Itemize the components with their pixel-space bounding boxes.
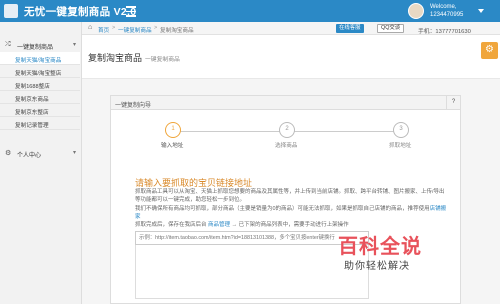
page-subtitle: 一键复制商品 bbox=[145, 57, 180, 63]
sidebar-item-copy-jd-store[interactable]: 复制京东整店 bbox=[0, 104, 80, 117]
description-2-text: 我们不确保所有商品均可抓取，部分商品（主要是销量为0的商品）可能无法抓取，如果是… bbox=[135, 206, 430, 212]
step-1-circle: 1 bbox=[165, 122, 181, 138]
breadcrumb-level1[interactable]: 一键复制商品 bbox=[118, 26, 152, 34]
sidebar-item-copy-jd-item[interactable]: 复制京东商品 bbox=[0, 91, 80, 104]
sidebar-item-label: 复制记录管理 bbox=[15, 122, 49, 129]
sidebar-item-label: 复制1688整店 bbox=[15, 83, 50, 90]
sidebar-item-copy-records[interactable]: 复制记录管理 bbox=[0, 117, 80, 130]
chevron-down-icon: ▾ bbox=[72, 150, 76, 156]
chevron-down-icon: ▾ bbox=[72, 42, 76, 48]
avatar[interactable] bbox=[408, 3, 424, 19]
home-icon[interactable]: ⌂ bbox=[88, 24, 92, 31]
step-1-label: 输入地址 bbox=[161, 143, 184, 149]
description-3: 抓取完成后，保存在我店后台 商品管理 → 已下架的商品列表中，需要手动进行上架操… bbox=[135, 222, 447, 230]
wizard-title: 一键复制向导 bbox=[115, 103, 152, 109]
phone-number: 手机：13777701630 bbox=[418, 28, 471, 35]
sidebar-group-label: 一键复制商品 bbox=[17, 45, 54, 51]
sidebar-group-personal[interactable]: ⚙ 个人中心 ▾ bbox=[0, 146, 82, 160]
url-prompt: 请输入要抓取的宝贝链接地址 bbox=[135, 178, 253, 188]
gear-icon: ⚙ bbox=[485, 44, 494, 55]
gear-icon: ⚙ bbox=[5, 150, 12, 157]
sidebar-item-copy-taobao-item[interactable]: 复制天猫/淘宝商品 bbox=[0, 52, 80, 65]
sidebar-item-label: 复制天猫/淘宝整店 bbox=[15, 70, 62, 77]
settings-button[interactable]: ⚙ bbox=[481, 42, 498, 59]
sidebar-item-label: 复制京东整店 bbox=[15, 109, 49, 116]
help-icon[interactable]: ? bbox=[446, 96, 460, 109]
description-3-tail: → 已下架的商品列表中，需要手动进行上架操作 bbox=[231, 222, 349, 228]
breadcrumb-current: 复制淘宝商品 bbox=[160, 27, 194, 34]
sidebar: ⤮ 一键复制商品 ▾ 复制天猫/淘宝商品 复制天猫/淘宝整店 复制1688整店 … bbox=[0, 22, 82, 304]
caret-down-icon[interactable] bbox=[478, 9, 484, 13]
step-3-label: 抓取地址 bbox=[389, 143, 412, 149]
top-navbar: 无忧一键复制商品 V2.0 Welcome, 1234470995 bbox=[0, 0, 500, 22]
description-3-text: 抓取完成后，保存在我店后台 bbox=[135, 222, 207, 228]
page-title: 复制淘宝商品 bbox=[88, 53, 143, 63]
breadcrumb: ⌂ 首页 > 一键复制商品 > 复制淘宝商品 在线客服 QQ交谈 手机：1377… bbox=[82, 22, 500, 35]
sidebar-group-label: 个人中心 bbox=[17, 153, 42, 159]
description-2: 我们不确保所有商品均可抓取，部分商品（主要是销量为0的商品）可能无法抓取，如果是… bbox=[135, 206, 447, 221]
wizard-header: 一键复制向导 ? bbox=[111, 96, 460, 110]
welcome-text: Welcome, bbox=[430, 4, 457, 10]
sidebar-item-copy-taobao-store[interactable]: 复制天猫/淘宝整店 bbox=[0, 65, 80, 78]
sidebar-item-label: 复制京东商品 bbox=[15, 96, 49, 103]
qq-chat-button[interactable]: QQ交谈 bbox=[377, 24, 405, 33]
watermark: 百科全说 助你轻松解决 bbox=[330, 230, 460, 278]
shuffle-icon: ⤮ bbox=[5, 41, 11, 48]
online-support-button[interactable]: 在线客服 bbox=[336, 24, 364, 33]
menu-toggle-icon[interactable] bbox=[124, 3, 138, 19]
user-id: 1234470995 bbox=[430, 12, 464, 18]
page-header: 复制淘宝商品 一键复制商品 bbox=[82, 35, 500, 79]
breadcrumb-home[interactable]: 首页 bbox=[98, 26, 109, 34]
product-management-link[interactable]: 商品管理 bbox=[208, 222, 230, 228]
breadcrumb-separator: > bbox=[112, 25, 116, 31]
description-1: 抓取商品工具可以从淘宝、天猫上抓取您想要的商品及其属性等，并上传到当前店铺。抓取… bbox=[135, 189, 445, 203]
sidebar-item-copy-1688-store[interactable]: 复制1688整店 bbox=[0, 78, 80, 91]
sidebar-group-copy[interactable]: ⤮ 一键复制商品 ▾ bbox=[0, 38, 82, 52]
step-3-circle: 3 bbox=[393, 122, 409, 138]
sidebar-item-label: 复制天猫/淘宝商品 bbox=[15, 57, 62, 64]
watermark-subtitle: 助你轻松解决 bbox=[344, 261, 410, 272]
breadcrumb-separator: > bbox=[154, 25, 158, 31]
watermark-title: 百科全说 bbox=[338, 236, 422, 258]
step-2-label: 选择商品 bbox=[275, 143, 298, 149]
app-logo bbox=[4, 4, 18, 18]
app-title: 无忧一键复制商品 V2.0 bbox=[24, 6, 137, 18]
step-2-circle: 2 bbox=[279, 122, 295, 138]
